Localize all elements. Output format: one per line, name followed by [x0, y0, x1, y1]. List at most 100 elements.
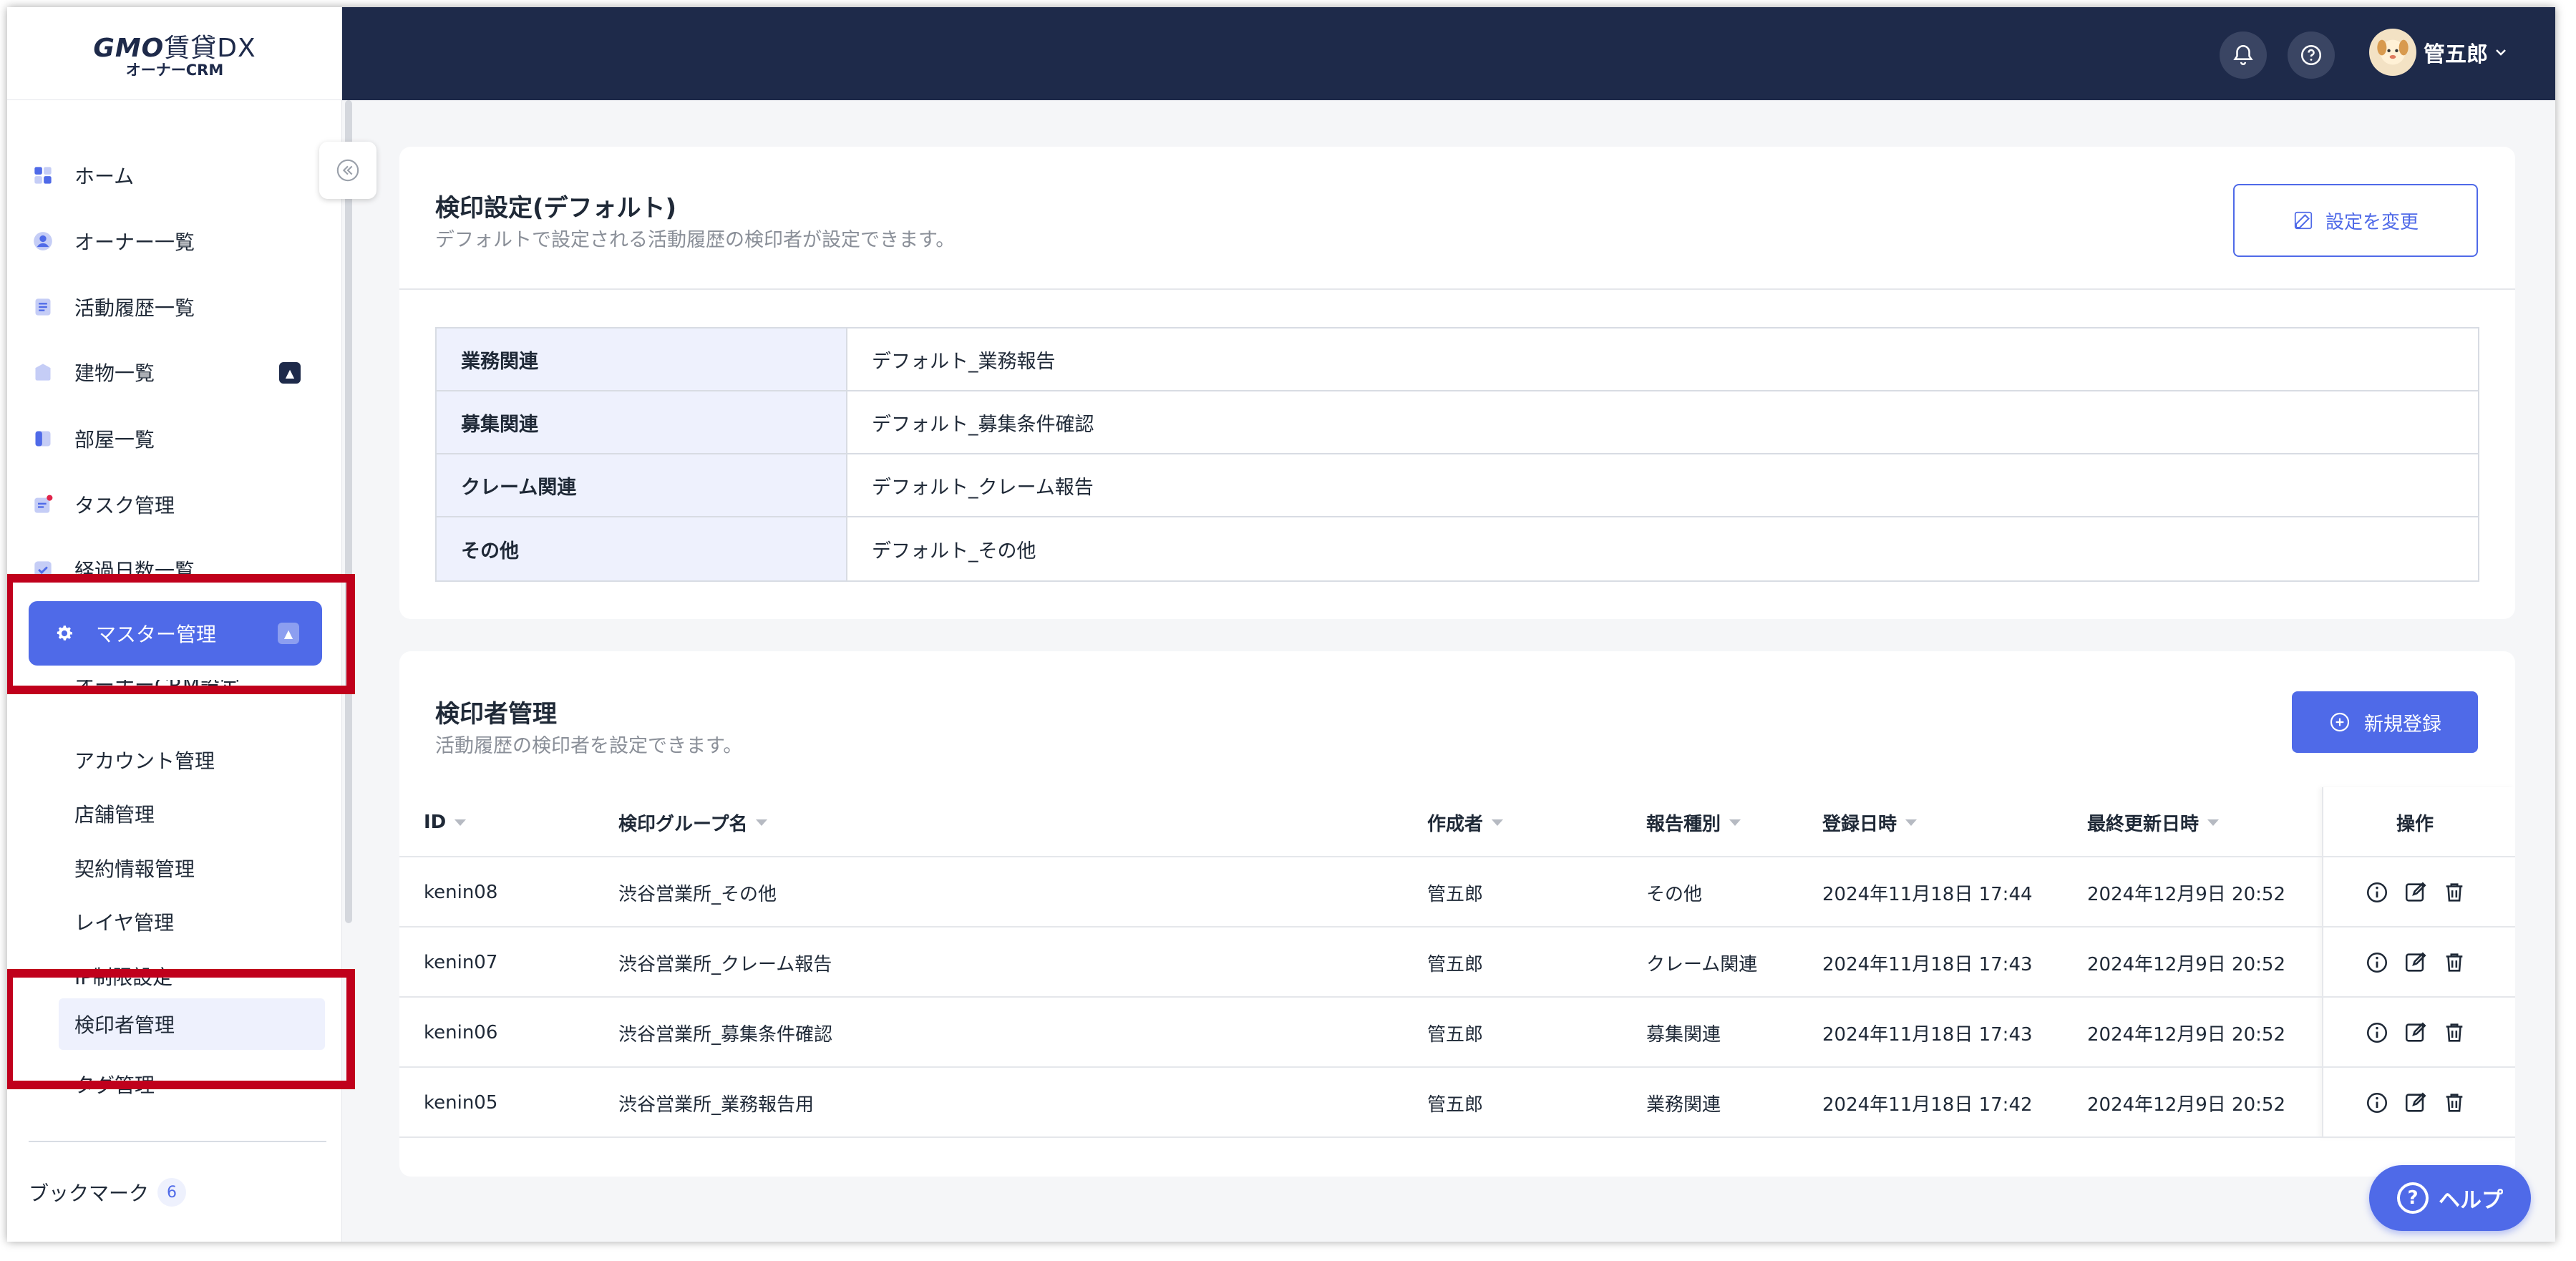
double-chevron-left-icon: [336, 159, 359, 182]
sidebar-item-label: マスター管理: [96, 623, 217, 646]
section-description: デフォルトで設定される活動履歴の検印者が設定できます。: [435, 229, 956, 251]
sort-icon: [1905, 819, 1918, 826]
info-icon[interactable]: [2365, 880, 2389, 905]
chevron-up-icon[interactable]: ▲: [279, 362, 301, 384]
table-row: kenin08 渋谷営業所_その他 管五郎 その他 2024年11月18日 17…: [399, 857, 2515, 928]
sidebar: GMO賃貸DX オーナーCRM ホーム オーナー一覧 活動履歴一覧 建物一覧 ▲…: [7, 7, 352, 1242]
sidebar-item-master[interactable]: マスター管理 ▲: [29, 601, 322, 666]
default-settings-table: 業務関連 デフォルト_業務報告 募集関連 デフォルト_募集条件確認 クレーム関連…: [435, 327, 2479, 582]
sub-item-contracts[interactable]: 契約情報管理: [74, 842, 325, 894]
user-name: 管五郎: [2424, 42, 2488, 67]
sidebar-item-label: 活動履歴一覧: [74, 296, 195, 320]
task-icon: [33, 495, 53, 515]
table-row: 業務関連 デフォルト_業務報告: [437, 328, 2478, 391]
column-header-type[interactable]: 報告種別: [1646, 787, 1741, 857]
divider: [29, 1141, 326, 1142]
column-header-id[interactable]: ID: [424, 787, 467, 857]
owner-icon: [33, 231, 53, 251]
sidebar-item-label: 経過日数一覧: [74, 559, 195, 583]
edit-icon: [2294, 211, 2313, 230]
sidebar-item-elapsed-days[interactable]: 経過日数一覧: [33, 544, 326, 595]
row-actions: [2365, 998, 2466, 1068]
sort-icon: [756, 819, 768, 826]
row-actions: [2365, 857, 2466, 928]
sub-item-accounts[interactable]: アカウント管理: [74, 734, 325, 786]
trash-icon[interactable]: [2442, 880, 2466, 905]
edit-icon[interactable]: [2404, 880, 2428, 905]
building-icon: [33, 362, 53, 382]
column-header-creator[interactable]: 作成者: [1427, 787, 1504, 857]
sidebar-item-buildings[interactable]: 建物一覧 ▲: [33, 346, 326, 398]
sidebar-item-label: 部屋一覧: [74, 428, 155, 452]
sub-item-tags[interactable]: タグ管理: [74, 1058, 325, 1110]
info-icon[interactable]: [2365, 1091, 2389, 1115]
edit-settings-button[interactable]: 設定を変更: [2233, 184, 2478, 257]
sidebar-item-label: ホーム: [74, 165, 135, 188]
table-row: kenin07 渋谷営業所_クレーム報告 管五郎 クレーム関連 2024年11月…: [399, 928, 2515, 998]
question-icon: [2300, 44, 2322, 66]
section-description: 活動履歴の検印者を設定できます。: [435, 735, 743, 757]
edit-icon[interactable]: [2404, 950, 2428, 975]
section-title: 検印設定(デフォルト): [435, 194, 677, 223]
chevron-down-icon: [2496, 49, 2506, 56]
room-icon: [33, 429, 53, 449]
collapse-sidebar-button[interactable]: [319, 142, 376, 199]
sidebar-item-owners[interactable]: オーナー一覧: [33, 215, 326, 267]
new-register-button[interactable]: 新規登録: [2292, 691, 2478, 753]
column-header-updated[interactable]: 最終更新日時: [2087, 787, 2220, 857]
gear-icon: [54, 623, 74, 643]
document-icon: [33, 297, 53, 317]
column-header-group[interactable]: 検印グループ名: [618, 787, 768, 857]
help-button[interactable]: ? ヘルプ: [2369, 1165, 2531, 1231]
info-icon[interactable]: [2365, 1021, 2389, 1045]
row-actions: [2365, 928, 2466, 998]
approver-table: ID 検印グループ名 作成者 報告種別 登録日時 最終更新日時 操作 kenin…: [399, 787, 2515, 1138]
row-actions: [2365, 1068, 2466, 1138]
plus-circle-icon: [2330, 712, 2350, 732]
sort-icon: [455, 819, 467, 826]
check-icon: [33, 560, 53, 580]
trash-icon[interactable]: [2442, 1021, 2466, 1045]
bell-icon: [2233, 44, 2253, 65]
edit-icon[interactable]: [2404, 1091, 2428, 1115]
column-header-actions: 操作: [2396, 813, 2434, 835]
sort-icon: [1492, 819, 1504, 826]
question-icon: ?: [2397, 1182, 2429, 1214]
sidebar-item-activity[interactable]: 活動履歴一覧: [33, 281, 326, 333]
sub-item-stores[interactable]: 店舗管理: [74, 788, 325, 839]
chevron-up-icon[interactable]: ▲: [278, 623, 299, 644]
edit-icon[interactable]: [2404, 1021, 2428, 1045]
section-title: 検印者管理: [435, 700, 557, 729]
table-row: クレーム関連 デフォルト_クレーム報告: [437, 454, 2478, 517]
help-circle-button[interactable]: [2288, 31, 2335, 79]
user-menu[interactable]: 管五郎: [2369, 29, 2509, 76]
info-icon[interactable]: [2365, 950, 2389, 975]
sub-item-crm-settings[interactable]: オーナーCRM設定: [74, 680, 325, 706]
sidebar-item-home[interactable]: ホーム: [33, 150, 326, 201]
top-header: 管五郎: [342, 7, 2555, 100]
bookmark-section[interactable]: ブックマーク 6: [29, 1178, 187, 1207]
logo[interactable]: GMO賃貸DX オーナーCRM: [7, 7, 342, 100]
sidebar-item-label: 建物一覧: [74, 361, 155, 385]
sort-icon: [1729, 819, 1741, 826]
logo-subtitle: オーナーCRM: [125, 62, 224, 79]
sub-item-approvers[interactable]: 検印者管理: [59, 998, 325, 1050]
app-window: GMO賃貸DX オーナーCRM ホーム オーナー一覧 活動履歴一覧 建物一覧 ▲…: [7, 7, 2555, 1242]
trash-icon[interactable]: [2442, 950, 2466, 975]
bookmark-count-badge: 6: [157, 1178, 187, 1207]
column-header-created[interactable]: 登録日時: [1822, 787, 1918, 857]
default-settings-card: 検印設定(デフォルト) デフォルトで設定される活動履歴の検印者が設定できます。 …: [399, 147, 2515, 619]
table-row: 募集関連 デフォルト_募集条件確認: [437, 391, 2478, 454]
table-row: kenin05 渋谷営業所_業務報告用 管五郎 業務関連 2024年11月18日…: [399, 1068, 2515, 1138]
table-row: kenin06 渋谷営業所_募集条件確認 管五郎 募集関連 2024年11月18…: [399, 998, 2515, 1068]
sidebar-item-tasks[interactable]: タスク管理: [33, 479, 326, 530]
notification-button[interactable]: [2220, 31, 2267, 79]
trash-icon[interactable]: [2442, 1091, 2466, 1115]
table-header: ID 検印グループ名 作成者 報告種別 登録日時 最終更新日時 操作: [399, 787, 2515, 857]
sidebar-item-rooms[interactable]: 部屋一覧: [33, 413, 326, 464]
sidebar-scrollbar[interactable]: [345, 100, 352, 923]
sub-item-ip-restriction[interactable]: IP制限設定: [74, 950, 325, 1002]
sub-item-layers[interactable]: レイヤ管理: [74, 896, 325, 948]
sidebar-item-label: タスク管理: [74, 494, 175, 517]
sort-icon: [2207, 819, 2220, 826]
